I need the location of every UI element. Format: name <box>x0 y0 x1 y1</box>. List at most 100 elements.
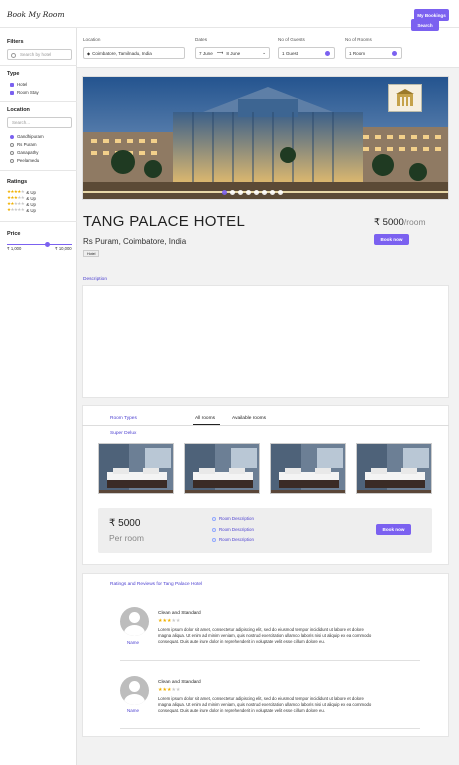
room-description-item: Room Description <box>212 527 254 532</box>
bedroom-photo <box>271 444 345 493</box>
type-label: Room Stay <box>17 90 39 95</box>
checkbox-checked-icon <box>10 82 14 87</box>
location-radio-peelamedu[interactable]: Peelamedu <box>10 158 39 163</box>
rooms-dropdown-icon <box>392 51 397 56</box>
rooms-value: 1 Room <box>349 50 366 56</box>
hotel-search-input[interactable]: Search by hotel <box>7 49 72 60</box>
room-book-now-button[interactable]: Book now <box>376 524 411 535</box>
radio-icon <box>10 142 14 147</box>
type-label: Hotel <box>17 82 28 87</box>
carousel-dot[interactable] <box>246 190 251 195</box>
location-title: Location <box>7 107 30 113</box>
location-label: Location <box>83 37 101 42</box>
room-description: Room Description <box>219 537 254 542</box>
bedroom-photo <box>185 444 259 493</box>
radio-icon <box>10 150 14 155</box>
rating-label: & Up <box>26 195 36 201</box>
hotel-address: Rs Puram, Coimbatore, India <box>83 237 187 246</box>
room-description: Room Description <box>219 516 254 521</box>
bedroom-photo <box>99 444 173 493</box>
hotel-name: TANG PALACE HOTEL <box>83 213 246 230</box>
location-input[interactable]: ◆ Coimbatore, Tamilnadu, India <box>83 47 185 59</box>
tabs-divider <box>82 425 449 426</box>
building-icon <box>396 89 414 106</box>
carousel-dot[interactable] <box>262 190 267 195</box>
review-title: Clean and Standard <box>158 611 201 616</box>
room-photo[interactable] <box>98 443 174 494</box>
room-photo[interactable] <box>356 443 432 494</box>
price-max: ₹ 10,000 <box>55 246 72 251</box>
hotel-emblem-icon <box>388 84 422 112</box>
room-price-per: Per room <box>109 533 144 543</box>
location-radio-gandhipuram[interactable]: Gandhipuram <box>10 134 44 139</box>
guests-label: No of Guests <box>278 37 305 42</box>
carousel-dot[interactable] <box>238 190 243 195</box>
description-label: Description <box>83 277 107 282</box>
carousel-dot[interactable] <box>270 190 275 195</box>
dates-input[interactable]: 7 June ⟶ 8 June ⌄ <box>195 47 270 59</box>
price-slider-thumb[interactable] <box>44 242 50 247</box>
guests-input[interactable]: 1 Guest <box>278 47 335 59</box>
room-description: Room Description <box>219 527 254 532</box>
location-search-placeholder: Search... <box>12 120 31 125</box>
tab-all-rooms[interactable]: All rooms <box>195 416 215 421</box>
price-title: Price <box>7 231 21 237</box>
arrow-right-icon: ⟶ <box>216 50 224 55</box>
price-slider-track[interactable] <box>7 244 72 245</box>
room-price: ₹ 5000 <box>109 518 141 529</box>
radio-icon <box>10 158 14 163</box>
location-label: Ganapathy <box>17 150 39 155</box>
location-radio-rspuram[interactable]: Rs Puram <box>10 142 37 147</box>
review-star-rating-icon: ★★★★★ <box>158 687 181 693</box>
rooms-label: No of Rooms <box>345 37 372 42</box>
carousel-dots[interactable] <box>222 190 283 195</box>
room-types-label: Room Types <box>110 416 137 421</box>
location-radio-ganapathy[interactable]: Ganapathy <box>10 150 38 155</box>
hotel-price: ₹ 5000/room <box>374 217 426 228</box>
carousel-dot[interactable] <box>278 190 283 195</box>
location-search-input[interactable]: Search... <box>7 117 72 128</box>
hotel-search-placeholder: Search by hotel <box>20 52 52 57</box>
date-from: 7 June <box>199 50 213 56</box>
carousel-dot[interactable] <box>254 190 259 195</box>
room-photo[interactable] <box>270 443 346 494</box>
search-button[interactable]: Search <box>411 19 439 31</box>
carousel-dot[interactable] <box>230 190 235 195</box>
room-name: Super Delux <box>110 431 137 436</box>
carousel-dot[interactable] <box>222 190 227 195</box>
checkbox-checked-icon <box>10 90 14 95</box>
review-divider <box>120 728 420 729</box>
rating-1-up[interactable]: ★★★★★ & Up <box>7 207 36 213</box>
location-label: Peelamedu <box>17 158 40 163</box>
divider <box>0 101 77 102</box>
rating-label: & Up <box>26 201 36 207</box>
description-box <box>82 285 449 398</box>
app-logo[interactable]: Book My Room <box>7 10 65 19</box>
type-hotel-checkbox[interactable]: Hotel <box>10 82 27 87</box>
guests-dropdown-icon <box>325 51 330 56</box>
review-divider <box>120 660 420 661</box>
hotel-type-tag: Hotel <box>83 250 100 257</box>
tab-available-rooms[interactable]: Available rooms <box>232 416 266 421</box>
search-icon <box>11 53 16 58</box>
location-label: Rs Puram <box>17 142 37 147</box>
check-circle-icon <box>212 527 216 532</box>
ratings-title: Ratings <box>7 179 28 185</box>
star-rating-icon: ★★★★★ <box>7 207 25 212</box>
room-photo[interactable] <box>184 443 260 494</box>
date-to: 8 June <box>226 50 241 56</box>
type-roomstay-checkbox[interactable]: Room Stay <box>10 90 39 95</box>
rating-label: & Up <box>26 189 36 195</box>
book-now-button[interactable]: Book now <box>374 234 409 245</box>
price-value: ₹ 5000 <box>374 217 404 228</box>
reviews-title: Ratings and Reviews for Tang Palace Hote… <box>110 582 203 587</box>
location-value: Coimbatore, Tamilnadu, India <box>92 50 152 56</box>
price-per: /room <box>403 217 426 227</box>
divider <box>0 65 77 66</box>
chevron-down-icon: ⌄ <box>262 50 266 55</box>
top-bar: Book My Room My Bookings <box>0 0 459 28</box>
rating-label: & Up <box>26 207 36 213</box>
reviewer-name: Name <box>127 708 140 713</box>
rooms-input[interactable]: 1 Room <box>345 47 402 59</box>
review-text: Lorem ipsum dolor sit amet, consectetur … <box>158 696 372 713</box>
